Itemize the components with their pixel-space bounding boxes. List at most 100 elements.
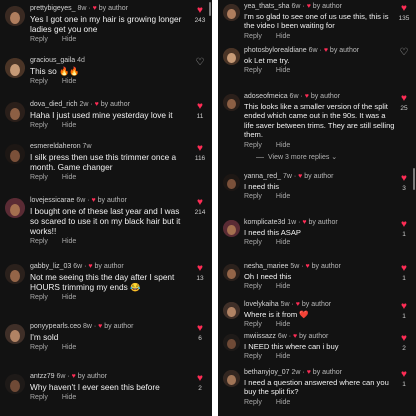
hide-button[interactable]: Hide [276,399,290,406]
heart-filled-icon[interactable]: ♥ [396,334,412,344]
avatar[interactable] [223,48,240,65]
like-control[interactable]: ♡ [396,48,412,59]
heart-filled-icon[interactable]: ♥ [192,264,208,274]
hide-button[interactable]: Hide [62,36,76,43]
hide-button[interactable]: Hide [276,33,290,40]
reply-button[interactable]: Reply [30,122,48,129]
heart-filled-icon[interactable]: ♥ [396,220,412,230]
hide-button[interactable]: Hide [62,394,76,401]
username[interactable]: yanna_red_ [244,173,281,180]
heart-filled-icon[interactable]: ♥ [192,144,208,154]
avatar[interactable] [5,198,25,218]
comments-column-right[interactable]: yea_thats_sha 6w · ♥ by author I'm so gla… [218,0,416,416]
like-control[interactable]: ♡ [192,58,208,69]
hide-button[interactable]: Hide [62,174,76,181]
like-control[interactable]: ♥ 1 [396,302,412,321]
heart-filled-icon[interactable]: ♥ [396,174,412,184]
hide-button[interactable]: Hide [62,294,76,301]
avatar[interactable] [223,334,240,351]
view-more-replies-link[interactable]: View 3 more replies ⌄ [256,153,337,161]
hide-button[interactable]: Hide [276,193,290,200]
avatar[interactable] [5,144,25,164]
username[interactable]: dova_died_rich [30,101,77,108]
avatar[interactable] [5,264,25,284]
reply-button[interactable]: Reply [30,394,48,401]
hide-button[interactable]: Hide [276,67,290,74]
like-control[interactable]: ♥ 135 [396,4,412,23]
heart-outline-icon[interactable]: ♡ [192,58,208,68]
reply-button[interactable]: Reply [30,78,48,85]
avatar[interactable] [223,220,240,237]
reply-button[interactable]: Reply [244,67,262,74]
heart-filled-icon[interactable]: ♥ [192,374,208,384]
heart-outline-icon[interactable]: ♡ [396,48,412,58]
comments-column-left[interactable]: prettybigeyes_ 8w · ♥ by author Yes I got… [0,0,212,416]
username[interactable]: lovelykaiha [244,301,279,308]
username[interactable]: gracious_gaila [30,57,75,64]
reply-button[interactable]: Reply [244,353,262,360]
username[interactable]: photosbylorealdiane [244,47,307,54]
like-control[interactable]: ♥ 1 [396,370,412,389]
username[interactable]: lovejessicarae [30,197,74,204]
avatar[interactable] [5,102,25,122]
hide-button[interactable]: Hide [276,142,290,149]
like-control[interactable]: ♥ 25 [396,94,412,113]
heart-filled-icon[interactable]: ♥ [192,6,208,16]
reply-button[interactable]: Reply [244,193,262,200]
username[interactable]: antzz79 [30,373,55,380]
reply-button[interactable]: Reply [30,36,48,43]
username[interactable]: nesha_mariee [244,263,288,270]
reply-button[interactable]: Reply [30,344,48,351]
like-control[interactable]: ♥ 11 [192,102,208,121]
hide-button[interactable]: Hide [62,122,76,129]
username[interactable]: prettybigeyes_ [30,5,76,12]
heart-filled-icon[interactable]: ♥ [192,102,208,112]
heart-filled-icon[interactable]: ♥ [192,198,208,208]
reply-button[interactable]: Reply [244,239,262,246]
reply-button[interactable]: Reply [30,174,48,181]
heart-filled-icon[interactable]: ♥ [192,324,208,334]
like-control[interactable]: ♥ 116 [192,144,208,163]
username[interactable]: mwiissazz [244,333,276,340]
scrollbar[interactable] [209,2,211,16]
avatar[interactable] [223,4,240,21]
heart-filled-icon[interactable]: ♥ [396,370,412,380]
like-control[interactable]: ♥ 3 [396,174,412,193]
reply-button[interactable]: Reply [244,33,262,40]
username[interactable]: yea_thats_sha [244,3,290,10]
like-control[interactable]: ♥ 214 [192,198,208,217]
avatar[interactable] [223,370,240,387]
heart-filled-icon[interactable]: ♥ [396,302,412,312]
avatar[interactable] [223,302,240,319]
scrollbar[interactable] [413,168,415,190]
username[interactable]: gabby_liz_03 [30,263,71,270]
username[interactable]: esmereldaheron [30,143,81,150]
hide-button[interactable]: Hide [62,78,76,85]
hide-button[interactable]: Hide [276,283,290,290]
reply-button[interactable]: Reply [244,283,262,290]
avatar[interactable] [5,6,25,26]
avatar[interactable] [223,174,240,191]
hide-button[interactable]: Hide [276,239,290,246]
reply-button[interactable]: Reply [244,321,262,328]
reply-button[interactable]: Reply [244,399,262,406]
like-control[interactable]: ♥ 2 [396,334,412,353]
like-control[interactable]: ♥ 2 [192,374,208,393]
reply-button[interactable]: Reply [30,238,48,245]
avatar[interactable] [223,94,240,111]
like-control[interactable]: ♥ 13 [192,264,208,283]
username[interactable]: ponyypearls.ceo [30,323,81,330]
like-control[interactable]: ♥ 243 [192,6,208,25]
username[interactable]: bethanyjoy_07 [244,369,290,376]
reply-button[interactable]: Reply [30,294,48,301]
hide-button[interactable]: Hide [276,321,290,328]
like-control[interactable]: ♥ 1 [396,220,412,239]
reply-button[interactable]: Reply [244,142,262,149]
like-control[interactable]: ♥ 6 [192,324,208,343]
avatar[interactable] [5,324,25,344]
heart-filled-icon[interactable]: ♥ [396,94,412,104]
heart-filled-icon[interactable]: ♥ [396,4,412,14]
heart-filled-icon[interactable]: ♥ [396,264,412,274]
username[interactable]: komplicate3d [244,219,285,226]
username[interactable]: adoseofmeica [244,93,288,100]
